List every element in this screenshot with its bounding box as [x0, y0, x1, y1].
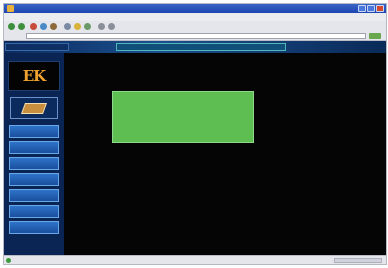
home-icon[interactable] [50, 23, 57, 30]
title-bar [4, 4, 386, 13]
sidebar-item-3[interactable] [9, 157, 59, 170]
logo-text: EK [22, 67, 46, 85]
stop-icon[interactable] [30, 23, 37, 30]
close-button[interactable] [376, 5, 384, 12]
status-bar [4, 255, 386, 264]
sidebar-item-5[interactable] [9, 189, 59, 202]
page-content: EK [4, 41, 386, 255]
forward-icon[interactable] [18, 23, 25, 30]
screenshot-frame: EK [0, 0, 388, 268]
search-icon[interactable] [64, 23, 71, 30]
browser-icon [7, 5, 14, 12]
cd-banner-image [112, 91, 254, 143]
banner-title [116, 43, 286, 51]
favorites-icon[interactable] [74, 23, 81, 30]
refresh-icon[interactable] [40, 23, 47, 30]
mail-icon[interactable] [98, 23, 105, 30]
sidebar-item-6[interactable] [9, 205, 59, 218]
minimize-button[interactable] [358, 5, 366, 12]
maximize-button[interactable] [367, 5, 375, 12]
browser-window: EK [3, 3, 387, 265]
menu-bar [4, 13, 386, 21]
address-field[interactable] [26, 33, 366, 39]
top-banner [4, 41, 386, 53]
logo: EK [8, 61, 60, 91]
book-icon[interactable] [10, 97, 58, 119]
back-icon[interactable] [8, 23, 15, 30]
book-shape [20, 103, 48, 114]
sidebar-item-2[interactable] [9, 141, 59, 154]
main-content [64, 53, 386, 255]
go-button[interactable] [369, 33, 381, 39]
sidebar-item-7[interactable] [9, 221, 59, 234]
sidebar: EK [4, 53, 64, 255]
banner-left-panel [5, 43, 69, 51]
sidebar-item-4[interactable] [9, 173, 59, 186]
print-icon[interactable] [108, 23, 115, 30]
status-icon [6, 258, 11, 263]
sidebar-item-1[interactable] [9, 125, 59, 138]
address-bar [4, 32, 386, 41]
zone-indicator [334, 258, 382, 263]
history-icon[interactable] [84, 23, 91, 30]
